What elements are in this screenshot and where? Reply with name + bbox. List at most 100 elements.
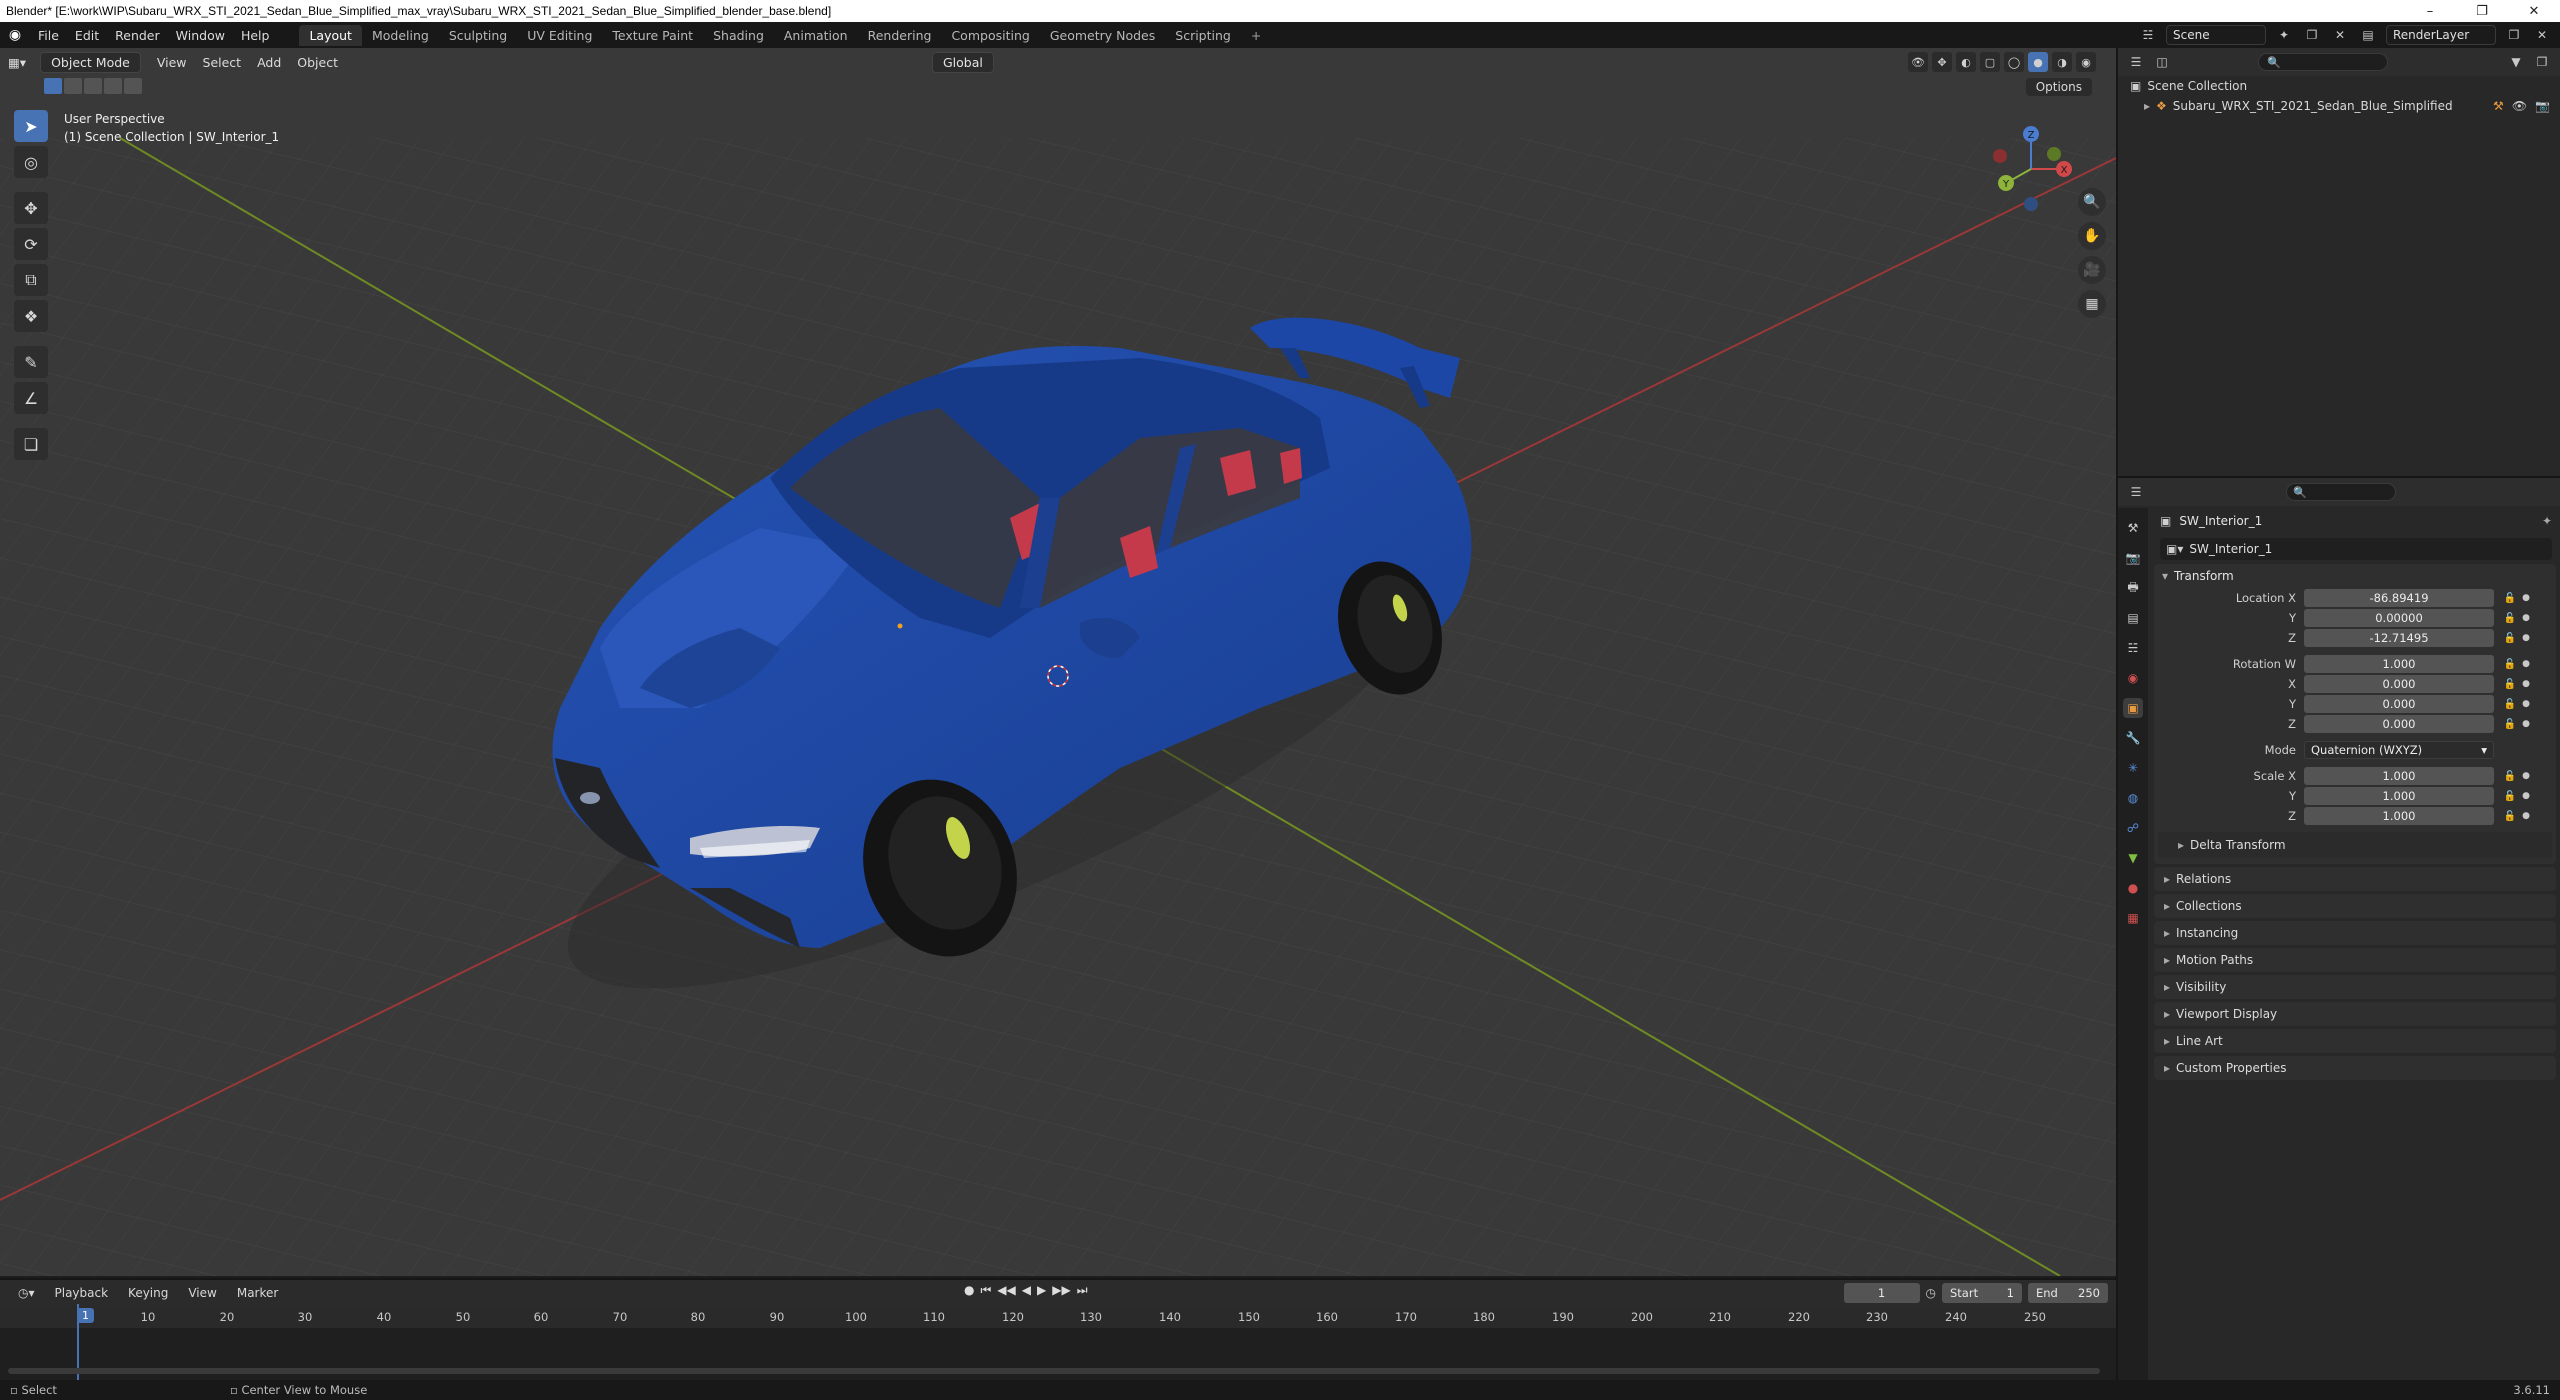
select-extend-icon[interactable] [64,78,82,94]
filter-icon[interactable]: ▼ [2506,52,2526,72]
keyframe-dot-icon[interactable]: ● [2520,613,2532,623]
rotation-z-field[interactable]: 0.000 [2304,715,2494,733]
menu-select[interactable]: Select [195,53,250,72]
select-box-tool-icon[interactable]: ➤ [14,110,48,142]
render-camera-icon[interactable]: 📷 [2535,99,2550,113]
menu-add[interactable]: Add [249,53,289,72]
rotation-y-field[interactable]: 0.000 [2304,695,2494,713]
rotation-x-field[interactable]: 0.000 [2304,675,2494,693]
transform-tool-icon[interactable]: ❖ [14,300,48,332]
pan-hand-icon[interactable]: ✋ [2078,222,2106,250]
close-button[interactable]: ✕ [2508,0,2560,22]
orientation-dropdown[interactable]: Global [932,52,994,73]
object-name-field[interactable]: ▣▾ SW_Interior_1 [2160,538,2552,560]
cursor-tool-icon[interactable]: ◎ [14,146,48,178]
view-layer-tab-icon[interactable]: ▤ [2123,608,2143,628]
lock-icon[interactable]: 🔓 [2500,699,2520,710]
line-art-panel[interactable]: ▸ Line Art [2154,1029,2556,1053]
tab-sculpting[interactable]: Sculpting [439,25,517,46]
material-tab-icon[interactable]: ● [2123,878,2143,898]
properties-editor-icon[interactable]: ☰ [2126,482,2146,502]
tab-geometry-nodes[interactable]: Geometry Nodes [1040,25,1165,46]
physics-tab-icon[interactable]: ◍ [2123,788,2143,808]
gizmo-neg-y-icon[interactable] [2047,147,2061,161]
ortho-toggle-icon[interactable]: ▦ [2078,290,2106,318]
expand-arrow-icon[interactable]: ▸ [2144,99,2150,113]
location-y-field[interactable]: 0.00000 [2304,609,2494,627]
scene-tab-icon[interactable]: ☵ [2123,638,2143,658]
end-frame-field[interactable]: End 250 [2028,1283,2108,1303]
lock-icon[interactable]: 🔓 [2500,791,2520,802]
lock-icon[interactable]: 🔓 [2500,811,2520,822]
select-invert-icon[interactable] [104,78,122,94]
record-icon[interactable]: ● [964,1283,974,1298]
menu-playback[interactable]: Playback [47,1286,117,1300]
keyframe-dot-icon[interactable]: ● [2520,791,2532,801]
render-layer-field[interactable]: RenderLayer [2386,25,2496,45]
collections-panel[interactable]: ▸ Collections [2154,894,2556,918]
display-mode-icon[interactable]: ◫ [2152,52,2172,72]
scale-y-field[interactable]: 1.000 [2304,787,2494,805]
render-layer-icon[interactable]: ▤ [2358,25,2378,45]
minimize-button[interactable]: – [2404,0,2456,22]
editor-type-icon[interactable]: ▦▾ [0,53,34,72]
options-button[interactable]: Options [2025,78,2092,96]
menu-file[interactable]: File [30,28,67,43]
select-subtract-icon[interactable] [84,78,102,94]
lock-icon[interactable]: 🔓 [2500,613,2520,624]
overlay-toggle-icon[interactable]: ◐ [1956,52,1976,72]
object-tab-icon[interactable]: ▣ [2123,698,2143,718]
menu-object[interactable]: Object [289,53,346,72]
rotate-tool-icon[interactable]: ⟳ [14,228,48,260]
menu-keying[interactable]: Keying [120,1286,176,1300]
navigation-gizmo[interactable]: X Z Y [1976,114,2086,224]
keyframe-dot-icon[interactable]: ● [2520,659,2532,669]
outliner-editor-icon[interactable]: ☰ [2126,52,2146,72]
keyframe-dot-icon[interactable]: ● [2520,679,2532,689]
timeline-editor-icon[interactable]: ◷▾ [10,1286,43,1300]
delta-transform-subpanel[interactable]: ▸ Delta Transform [2158,832,2552,858]
tab-rendering[interactable]: Rendering [858,25,942,46]
delete-layer-icon[interactable]: ✕ [2532,25,2552,45]
texture-tab-icon[interactable]: ▦ [2123,908,2143,928]
visibility-eye-icon[interactable]: 👁 [2512,99,2527,113]
camera-view-icon[interactable]: 🎥 [2078,256,2106,284]
visibility-panel[interactable]: ▸ Visibility [2154,975,2556,999]
jump-start-icon[interactable]: ⏮ [980,1283,991,1298]
new-scene-icon[interactable]: ❐ [2302,25,2322,45]
custom-properties-panel[interactable]: ▸ Custom Properties [2154,1056,2556,1080]
keyframe-dot-icon[interactable]: ● [2520,699,2532,709]
move-tool-icon[interactable]: ✥ [14,192,48,224]
blender-logo-icon[interactable]: ◉ [0,22,30,48]
rendered-shading-icon[interactable]: ◉ [2076,52,2096,72]
start-frame-field[interactable]: Start 1 [1942,1283,2022,1303]
keyframe-dot-icon[interactable]: ● [2520,771,2532,781]
keyframe-dot-icon[interactable]: ● [2520,719,2532,729]
timeline-track[interactable] [0,1304,2116,1380]
tool-tab-icon[interactable]: ⚒ [2123,518,2143,538]
scene-field[interactable]: Scene [2166,25,2266,45]
solid-shading-icon[interactable]: ● [2028,52,2048,72]
tab-shading[interactable]: Shading [703,25,774,46]
transform-panel-header[interactable]: ▾ Transform [2154,564,2556,588]
new-collection-icon[interactable]: ❐ [2532,52,2552,72]
select-new-icon[interactable] [44,78,62,94]
tab-scripting[interactable]: Scripting [1165,25,1241,46]
lock-icon[interactable]: 🔓 [2500,633,2520,644]
gizmo-neg-x-icon[interactable] [1993,149,2007,163]
keyframe-dot-icon[interactable]: ● [2520,811,2532,821]
keyframe-dot-icon[interactable]: ● [2520,633,2532,643]
tab-compositing[interactable]: Compositing [941,25,1039,46]
render-tab-icon[interactable]: 📷 [2123,548,2143,568]
world-tab-icon[interactable]: ◉ [2123,668,2143,688]
motion-paths-panel[interactable]: ▸ Motion Paths [2154,948,2556,972]
xray-icon[interactable]: ▢ [1980,52,2000,72]
properties-search-input[interactable]: 🔍 [2286,483,2396,501]
menu-timeline-view[interactable]: View [180,1286,224,1300]
jump-end-icon[interactable]: ⏭ [1077,1283,1088,1298]
pin-icon[interactable]: ✦ [2274,25,2294,45]
scale-tool-icon[interactable]: ⧉ [14,264,48,296]
viewport-display-panel[interactable]: ▸ Viewport Display [2154,1002,2556,1026]
menu-marker[interactable]: Marker [229,1286,286,1300]
next-keyframe-icon[interactable]: ▶▶ [1052,1283,1070,1298]
